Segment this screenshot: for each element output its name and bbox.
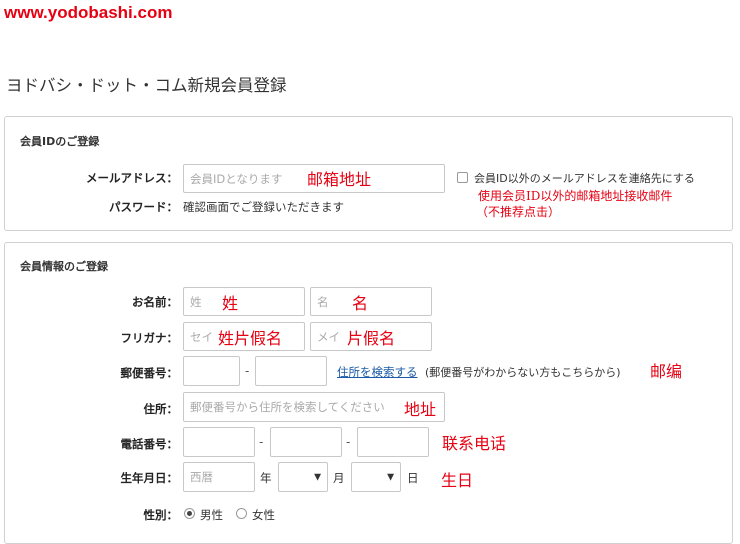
first-name-input[interactable]: 名 xyxy=(310,287,432,316)
address-annotation: 地址 xyxy=(404,400,437,419)
kana-first-annotation: 片假名 xyxy=(347,329,396,348)
postal-code-first-input[interactable] xyxy=(183,356,240,386)
first-name-annotation: 名 xyxy=(352,294,369,313)
birthdate-annotation: 生日 xyxy=(441,471,474,490)
alt-contact-checkbox[interactable] xyxy=(457,172,468,183)
birth-day-select[interactable]: ▼ xyxy=(351,462,401,492)
address-search-link[interactable]: 住所を検索する xyxy=(337,364,418,380)
last-name-placeholder: 姓 xyxy=(190,294,202,309)
gender-label: 性別： xyxy=(143,508,179,522)
password-label: パスワード： xyxy=(109,200,178,214)
member-info-section-title: 会員情報のご登録 xyxy=(20,260,108,273)
chevron-down-icon: ▼ xyxy=(387,472,394,483)
phone-label: 電話番号： xyxy=(120,437,179,451)
kana-label: フリガナ： xyxy=(120,331,179,345)
page-title: ヨドバシ・ドット・コム新規会員登録 xyxy=(6,76,287,95)
gender-female-label[interactable]: 女性 xyxy=(252,507,275,523)
gender-male-label[interactable]: 男性 xyxy=(200,507,223,523)
phone-third-input[interactable] xyxy=(357,427,429,457)
birth-month-select[interactable]: ▼ xyxy=(278,462,328,492)
phone-first-input[interactable] xyxy=(183,427,255,457)
birthdate-label: 生年月日： xyxy=(120,471,179,485)
postal-annotation: 邮编 xyxy=(650,362,683,381)
phone-second-input[interactable] xyxy=(270,427,342,457)
address-label: 住所： xyxy=(143,402,179,416)
kana-first-placeholder: メイ xyxy=(317,329,340,344)
postal-separator: - xyxy=(245,364,250,378)
site-logo[interactable]: www.yodobashi.com xyxy=(4,3,172,23)
password-text: 確認画面でご登録いただきます xyxy=(183,200,344,214)
alt-contact-checkbox-label[interactable]: 会員ID以外のメールアドレスを連絡先にする xyxy=(474,170,695,186)
birth-day-unit: 日 xyxy=(407,471,419,485)
email-label: メールアドレス： xyxy=(86,171,178,185)
email-annotation: 邮箱地址 xyxy=(307,170,372,189)
birth-year-input[interactable]: 西暦 xyxy=(183,462,255,492)
member-id-section-title: 会員IDのご登録 xyxy=(20,135,100,148)
gender-female-radio[interactable] xyxy=(236,508,247,519)
postal-code-second-input[interactable] xyxy=(255,356,327,386)
phone-separator-1: - xyxy=(259,435,264,449)
last-name-annotation: 姓 xyxy=(222,294,239,313)
chevron-down-icon: ▼ xyxy=(314,472,321,483)
first-name-placeholder: 名 xyxy=(317,294,329,309)
last-name-input[interactable]: 姓 xyxy=(183,287,305,316)
phone-separator-2: - xyxy=(346,435,351,449)
email-placeholder: 会員IDとなります xyxy=(190,171,283,186)
birth-year-unit: 年 xyxy=(260,471,272,485)
postal-label: 郵便番号： xyxy=(120,366,179,380)
kana-last-placeholder: セイ xyxy=(190,329,213,344)
kana-last-annotation: 姓片假名 xyxy=(218,329,283,348)
name-label: お名前： xyxy=(132,295,178,309)
gender-male-radio[interactable] xyxy=(184,508,195,519)
address-placeholder: 郵便番号から住所を検索してください xyxy=(190,400,385,414)
phone-annotation: 联系电话 xyxy=(442,434,507,453)
alt-contact-annotation-line1: 使用会员ID以外的邮箱地址接收邮件 xyxy=(478,189,673,203)
alt-contact-annotation-line2: （不推荐点击） xyxy=(476,205,561,219)
birth-month-unit: 月 xyxy=(333,471,345,485)
postal-hint: (郵便番号がわからない方もこちらから) xyxy=(425,366,621,379)
birth-year-placeholder: 西暦 xyxy=(190,470,213,484)
